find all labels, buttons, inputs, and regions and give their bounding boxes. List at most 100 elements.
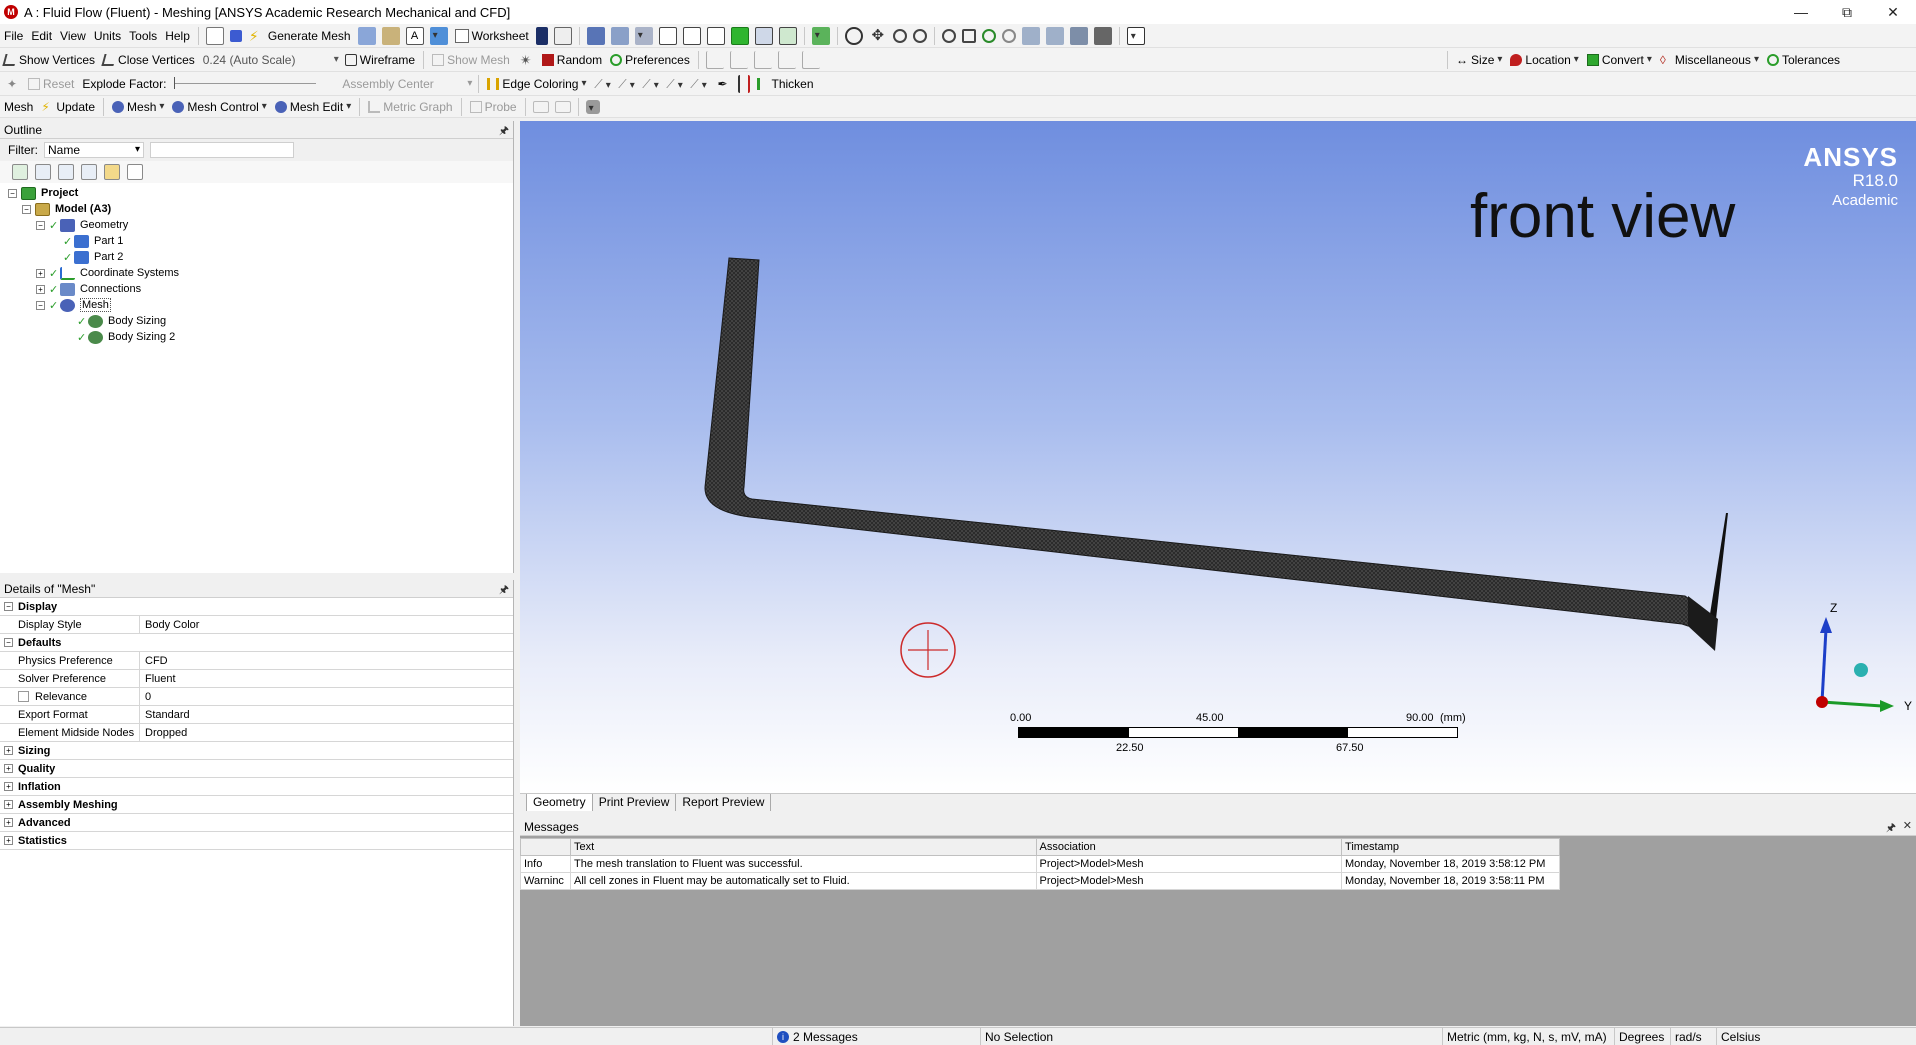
collapse-toggle-icon[interactable]: − [22,204,31,214]
explode-icon[interactable]: ✦ [3,75,21,93]
pin-icon[interactable]: 🖈 [499,581,509,600]
update-button[interactable]: ⚡ Update [37,96,99,118]
xyz-icon[interactable] [610,26,629,45]
next-view-icon[interactable] [1045,26,1064,45]
folder-icon[interactable] [104,164,120,180]
pin-icon[interactable]: 🖈 [1886,819,1896,838]
expand-toggle-icon[interactable]: + [36,284,45,294]
filter-select[interactable]: Name [44,142,144,158]
wireframe-button[interactable]: Wireframe [341,49,419,71]
align-2-icon[interactable] [729,50,748,69]
tree-node-body-sizing-2[interactable]: ✓ Body Sizing 2 [0,329,513,345]
mesh-model[interactable] [520,121,1916,793]
menu-tools[interactable]: Tools [125,25,161,47]
collapse-toggle-icon[interactable]: − [4,638,13,647]
row-element-midside-nodes[interactable]: Element Midside Nodes Dropped [0,724,513,742]
menu-help[interactable]: Help [161,25,194,47]
tab-print-preview[interactable]: Print Preview [591,794,677,811]
expand-toggle-icon[interactable]: + [36,268,45,278]
status-rotation-units[interactable]: rad/s [1670,1028,1716,1045]
chart-icon[interactable] [381,26,400,45]
disabled-tool-1-icon[interactable] [532,100,549,113]
menu-file[interactable]: File [0,25,27,47]
pen-icon[interactable]: ✒ [714,75,732,93]
column-header-timestamp[interactable]: Timestamp [1341,838,1560,856]
select-pointer-icon[interactable] [634,26,653,45]
group-assembly-meshing[interactable]: + Assembly Meshing [0,796,513,814]
mesh-control-dropdown[interactable]: Mesh Control [168,96,270,118]
column-header-association[interactable]: Association [1035,838,1343,856]
random-colors-button[interactable]: Random [538,49,606,71]
zoom-to-fit-icon[interactable] [941,28,956,43]
tab-geometry[interactable]: Geometry [526,794,593,811]
refresh-icon[interactable] [12,164,28,180]
menu-view[interactable]: View [56,25,90,47]
size-dropdown[interactable]: ↔ Size [1452,49,1506,71]
row-solver-preference[interactable]: Solver Preference Fluent [0,670,513,688]
edge-style-4-icon[interactable]: ⟋ [666,75,684,93]
edit-icon[interactable] [35,164,51,180]
mesh-dropdown[interactable]: Mesh [108,96,168,118]
close-icon[interactable]: ✕ [1870,0,1916,24]
expand-toggle-icon[interactable]: + [4,746,13,755]
worksheet-button[interactable]: Worksheet [451,25,533,47]
restore-icon[interactable]: ⧉ [1824,0,1870,24]
cube-icon[interactable] [585,99,600,114]
filter-input[interactable] [150,142,294,158]
show-mesh-button[interactable]: Show Mesh [428,49,514,71]
collapse-toggle-icon[interactable]: − [36,220,45,230]
edge-style-2-icon[interactable]: ⟋ [618,75,636,93]
cursor-help-icon[interactable] [535,26,548,45]
tree-node-project[interactable]: − Project [0,185,513,201]
metric-graph-button[interactable]: Metric Graph [364,96,456,118]
tree-node-coordinate-systems[interactable]: + ✓ Coordinate Systems [0,265,513,281]
expand-icon[interactable] [58,164,74,180]
expand-toggle-icon[interactable]: + [4,836,13,845]
selection-icon[interactable] [229,29,242,42]
row-export-format[interactable]: Export Format Standard [0,706,513,724]
close-vertices-button[interactable]: Close Vertices [99,49,199,71]
table-icon[interactable] [357,26,376,45]
tree-node-body-sizing[interactable]: ✓ Body Sizing [0,313,513,329]
tree-node-part-2[interactable]: ✓ Part 2 [0,249,513,265]
group-sizing[interactable]: + Sizing [0,742,513,760]
parameter-checkbox[interactable] [18,691,29,702]
mesh-edit-dropdown[interactable]: Mesh Edit [271,96,355,118]
rotate-icon[interactable] [844,26,863,45]
miscellaneous-dropdown[interactable]: ◊ Miscellaneous [1656,49,1763,71]
preferences-button[interactable]: Preferences [606,49,694,71]
pan-icon[interactable]: ✥ [869,27,887,45]
column-header-text[interactable]: Text [569,838,1037,856]
select-body-icon[interactable] [730,26,749,45]
select-edge-icon[interactable] [682,26,701,45]
status-units[interactable]: Metric (mm, kg, N, s, mV, mA) [1442,1028,1614,1045]
minimize-icon[interactable]: — [1778,0,1824,24]
command-icon[interactable] [205,26,224,45]
previous-view-icon[interactable] [1021,26,1040,45]
row-value[interactable]: Standard [140,706,513,723]
group-defaults[interactable]: − Defaults [0,634,513,652]
expand-toggle-icon[interactable]: + [4,800,13,809]
zoom-icon[interactable] [892,28,907,43]
menu-units[interactable]: Units [90,25,125,47]
tree-node-connections[interactable]: + ✓ Connections [0,281,513,297]
assembly-center-dropdown[interactable]: Assembly Center ▾ [338,73,474,95]
disabled-tool-2-icon[interactable] [554,100,571,113]
expand-toggle-icon[interactable]: + [4,764,13,773]
layout-icon[interactable] [1093,26,1112,45]
select-face-icon[interactable] [706,26,725,45]
status-messages[interactable]: i 2 Messages [772,1028,980,1045]
expand-toggle-icon[interactable]: + [4,818,13,827]
tag-icon[interactable] [553,26,572,45]
row-value[interactable]: Dropped [140,724,513,741]
text-annotation-icon[interactable]: A [405,26,424,45]
triad-axes[interactable] [1816,617,1894,712]
tree-node-mesh[interactable]: − ✓ Mesh [0,297,513,313]
align-1-icon[interactable] [705,50,724,69]
tree-node-geometry[interactable]: − ✓ Geometry [0,217,513,233]
row-value[interactable]: Fluent [140,670,513,687]
collapse-toggle-icon[interactable]: − [36,300,45,310]
graphics-viewport[interactable]: ANSYS R18.0 Academic front view Z Y 0.00… [520,121,1916,793]
sparkle-icon[interactable]: ✴ [517,51,535,69]
collapse-toggle-icon[interactable]: − [4,602,13,611]
